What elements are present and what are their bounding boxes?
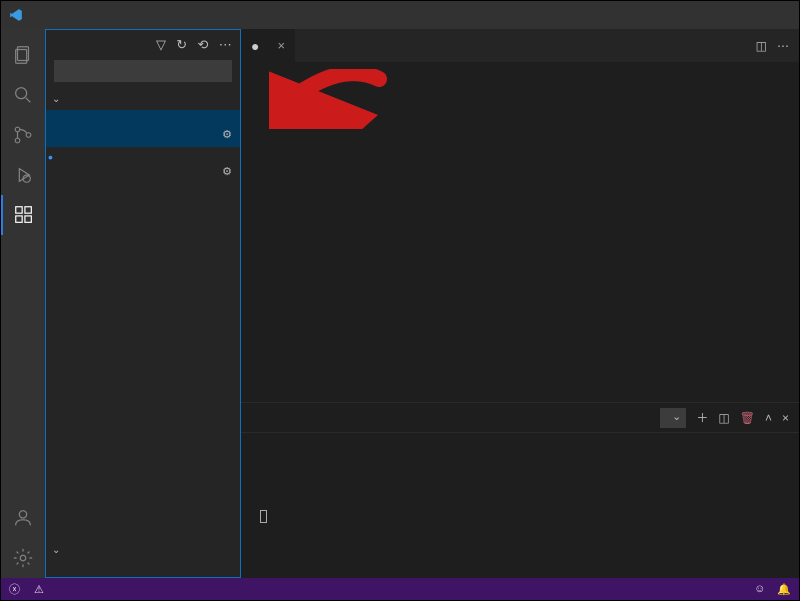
menu-go[interactable] xyxy=(87,11,101,19)
more-icon[interactable]: ⋯ xyxy=(219,37,232,53)
extensions-list: ⚙ • ⚙ xyxy=(46,110,240,184)
panel-tabs: ＋ ◫ 🗑 ˄ × xyxy=(241,403,799,433)
extension-item-sublime[interactable]: • ⚙ xyxy=(46,147,240,184)
clear-icon[interactable]: ⟲ xyxy=(197,37,208,53)
bottom-panel: ＋ ◫ 🗑 ˄ × xyxy=(241,402,799,578)
filter-icon[interactable]: ▽ xyxy=(156,37,166,53)
terminal-cursor xyxy=(260,510,267,523)
terminal-body[interactable] xyxy=(241,433,799,578)
menu-help[interactable] xyxy=(129,11,143,19)
menu-edit[interactable] xyxy=(45,11,59,19)
status-warnings[interactable]: ⚠ xyxy=(34,583,48,596)
scm-icon[interactable] xyxy=(1,115,45,155)
modified-dot-icon: • xyxy=(48,152,53,162)
close-panel-icon[interactable]: × xyxy=(782,411,789,425)
menu-terminal[interactable] xyxy=(115,11,129,19)
split-editor-icon[interactable]: ◫ xyxy=(756,39,767,53)
tab-untitled-1[interactable]: ● × xyxy=(241,29,296,62)
menu-file[interactable] xyxy=(31,11,45,19)
menu-view[interactable] xyxy=(73,11,87,19)
search-icon[interactable] xyxy=(1,75,45,115)
status-bar: ⓧ ⚠ ☺ 🔔 xyxy=(1,578,799,600)
menu-run[interactable] xyxy=(101,11,115,19)
editor-area: ● × ◫ ⋯ ＋ ◫ � xyxy=(241,29,799,578)
search-extensions-input[interactable] xyxy=(54,60,232,82)
extension-item-jupyter[interactable]: ⚙ xyxy=(46,110,240,147)
recommended-empty xyxy=(46,561,240,577)
chevron-down-icon: ⌄ xyxy=(52,545,60,556)
chevron-down-icon: ⌄ xyxy=(52,94,60,105)
gear-icon[interactable]: ⚙ xyxy=(222,128,232,141)
new-terminal-icon[interactable]: ＋ xyxy=(696,409,708,426)
menu-bar xyxy=(31,11,143,19)
debug-icon[interactable] xyxy=(1,155,45,195)
refresh-icon[interactable]: ↻ xyxy=(176,37,187,53)
installed-section[interactable]: ⌄ xyxy=(46,88,240,110)
line-gutter xyxy=(241,62,281,402)
vscode-logo-icon xyxy=(9,8,23,22)
explorer-icon[interactable] xyxy=(1,35,45,75)
split-terminal-icon[interactable]: ◫ xyxy=(718,411,729,425)
maximize-panel-icon[interactable]: ˄ xyxy=(765,411,772,425)
status-errors[interactable]: ⓧ xyxy=(9,581,24,597)
activity-bar xyxy=(1,29,45,578)
menu-selection[interactable] xyxy=(59,11,73,19)
terminal-selector[interactable] xyxy=(660,408,686,428)
close-tab-icon[interactable]: × xyxy=(277,38,285,53)
extensions-sidebar: ▽ ↻ ⟲ ⋯ ⌄ ⚙ • xyxy=(45,29,241,578)
kill-terminal-icon[interactable]: 🗑 xyxy=(740,411,755,425)
alphr-watermark xyxy=(788,5,789,26)
editor-tabs: ● × ◫ ⋯ xyxy=(241,29,799,62)
gear-icon[interactable]: ⚙ xyxy=(222,165,232,178)
title-bar xyxy=(1,1,799,29)
settings-gear-icon[interactable] xyxy=(1,538,45,578)
extensions-icon[interactable] xyxy=(1,195,45,235)
status-feedback-icon[interactable]: ☺ xyxy=(754,583,765,595)
editor-body[interactable] xyxy=(241,62,799,402)
sidebar-header: ▽ ↻ ⟲ ⋯ xyxy=(46,30,240,60)
account-icon[interactable] xyxy=(1,498,45,538)
recommended-section[interactable]: ⌄ xyxy=(46,539,240,561)
more-editor-icon[interactable]: ⋯ xyxy=(777,39,789,53)
status-notifications-icon[interactable]: 🔔 xyxy=(777,583,791,596)
code-area[interactable] xyxy=(281,62,799,402)
